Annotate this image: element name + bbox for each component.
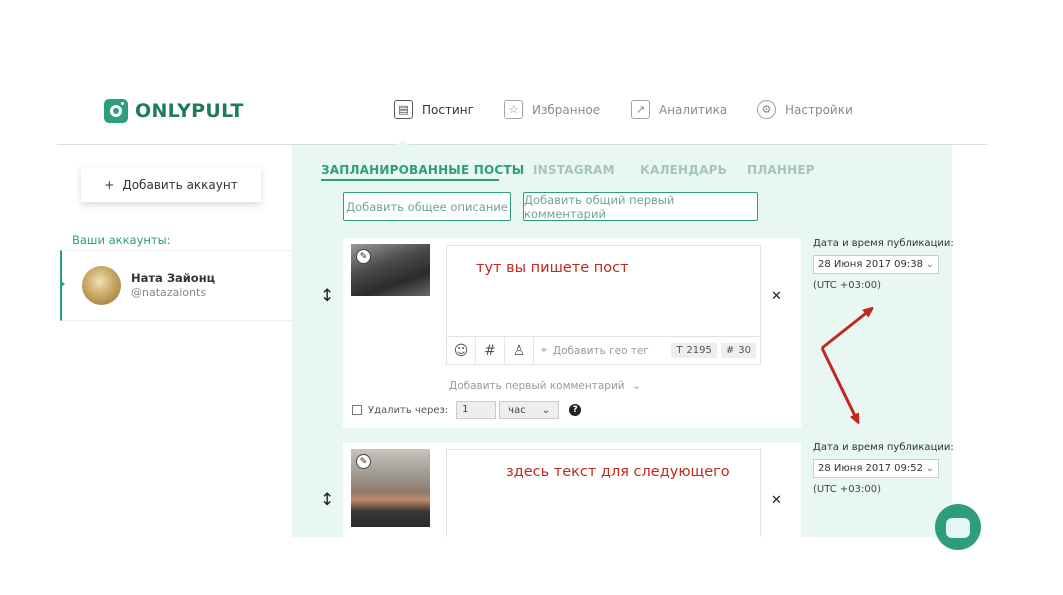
nav-posting-label: Постинг — [422, 102, 474, 117]
active-nav-caret — [397, 139, 409, 145]
nav-analytics[interactable]: ↗ Аналитика — [631, 100, 727, 119]
delete-after-row: Удалить через: 1 час ⌄ ? — [352, 401, 582, 419]
plus-icon: + — [104, 177, 115, 192]
hashtag-count: 30 — [738, 345, 751, 356]
logo-camera-icon — [104, 99, 128, 123]
emoji-icon[interactable]: ☺ — [447, 337, 476, 364]
add-common-first-comment-button[interactable]: Добавить общий первый комментарий — [523, 192, 758, 221]
add-common-description-button[interactable]: Добавить общее описание — [343, 192, 511, 221]
chart-icon: ↗ — [631, 100, 650, 119]
delete-after-unit-select[interactable]: час ⌄ — [499, 401, 560, 419]
active-tab-underline — [321, 179, 499, 181]
edit-pencil-icon[interactable]: ✎ — [356, 454, 371, 469]
chevron-down-icon: ⌄ — [541, 404, 551, 416]
add-account-label: Добавить аккаунт — [122, 177, 238, 192]
post-1-text[interactable]: тут вы пишете пост — [476, 260, 629, 276]
add-first-comment-toggle[interactable]: Добавить первый комментарий ⌄ — [449, 380, 641, 392]
geo-tag-field[interactable]: ⌖ Добавить гео тег — [541, 344, 671, 357]
post-2-timezone: (UTC +03:00) — [813, 484, 882, 495]
tab-planner[interactable]: ПЛАННЕР — [747, 163, 815, 177]
post-1-timezone: (UTC +03:00) — [813, 280, 882, 291]
posting-icon: ▤ — [394, 100, 413, 119]
account-handle: @natazaionts — [131, 286, 207, 299]
delete-after-unit: час — [508, 404, 526, 416]
post-2-date-value: 28 Июня 2017 09:52 — [818, 463, 923, 474]
delete-after-checkbox[interactable] — [352, 405, 362, 415]
logo-text: ONLYPULT — [135, 100, 244, 122]
star-icon: ☆ — [504, 100, 523, 119]
hashtag-icon[interactable]: # — [476, 337, 505, 364]
post-1-date-label: Дата и время публикации: — [813, 238, 954, 249]
add-account-button[interactable]: + Добавить аккаунт — [81, 167, 261, 202]
chevron-down-icon: ⌄ — [631, 380, 641, 392]
account-name: Ната Зайонц — [131, 271, 216, 285]
post-1-toolbar: ☺ # ♙ ⌖ Добавить гео тег T 2195 # 30 — [446, 336, 761, 365]
chevron-down-icon: ⌄ — [925, 259, 934, 270]
nav-favorites[interactable]: ☆ Избранное — [504, 100, 600, 119]
nav-analytics-label: Аналитика — [659, 102, 728, 117]
post-2-text[interactable]: здесь текст для следующего — [506, 464, 730, 480]
drag-handle-icon[interactable]: ↕ — [320, 288, 334, 305]
post-1-text-editor[interactable] — [446, 245, 761, 337]
nav-posting[interactable]: ▤ Постинг — [394, 100, 474, 119]
edit-pencil-icon[interactable]: ✎ — [356, 249, 371, 264]
avatar — [82, 266, 121, 305]
gear-icon: ⚙ — [757, 100, 776, 119]
geo-tag-placeholder: Добавить гео тег — [552, 344, 649, 357]
post-2-text-editor[interactable] — [446, 449, 761, 537]
post-2-date-label: Дата и время публикации: — [813, 442, 954, 453]
delete-after-label: Удалить через: — [368, 404, 449, 416]
delete-after-value-input[interactable]: 1 — [456, 401, 497, 419]
drag-handle-icon[interactable]: ↕ — [320, 492, 334, 509]
nav-favorites-label: Избранное — [532, 102, 601, 117]
post-1-date-value: 28 Июня 2017 09:38 — [818, 259, 923, 270]
post-1-date-select[interactable]: 28 Июня 2017 09:38 ⌄ — [813, 255, 939, 274]
tab-calendar[interactable]: КАЛЕНДАРЬ — [640, 163, 727, 177]
hashtag-counter: # 30 — [720, 343, 756, 358]
screenshot-bottom-edge — [0, 537, 1063, 595]
logo[interactable]: ONLYPULT — [104, 99, 244, 123]
nav-settings[interactable]: ⚙ Настройки — [757, 100, 853, 119]
hashtag-count-icon: # — [725, 345, 735, 356]
first-comment-label: Добавить первый комментарий — [449, 380, 625, 392]
account-selected-marker — [60, 280, 65, 288]
user-tag-icon[interactable]: ♙ — [505, 337, 534, 364]
nav-settings-label: Настройки — [785, 102, 853, 117]
help-icon[interactable]: ? — [569, 404, 582, 416]
char-count: 2195 — [686, 345, 712, 356]
location-pin-icon: ⌖ — [541, 344, 547, 356]
app-root: ONLYPULT ▤ Постинг ☆ Избранное ↗ Аналити… — [0, 0, 1063, 595]
char-counter: T 2195 — [671, 343, 717, 358]
text-size-icon: T — [676, 345, 683, 356]
remove-post-2-icon[interactable]: ✕ — [771, 493, 782, 508]
accounts-caption: Ваши аккаунты: — [72, 233, 171, 247]
tab-instagram[interactable]: INSTAGRAM — [533, 163, 615, 177]
chat-widget-button[interactable] — [935, 504, 981, 550]
post-2-date-select[interactable]: 28 Июня 2017 09:52 ⌄ — [813, 459, 939, 478]
tab-scheduled-posts[interactable]: ЗАПЛАНИРОВАННЫЕ ПОСТЫ — [321, 163, 524, 177]
remove-post-1-icon[interactable]: ✕ — [771, 289, 782, 304]
chevron-down-icon: ⌄ — [925, 463, 934, 474]
